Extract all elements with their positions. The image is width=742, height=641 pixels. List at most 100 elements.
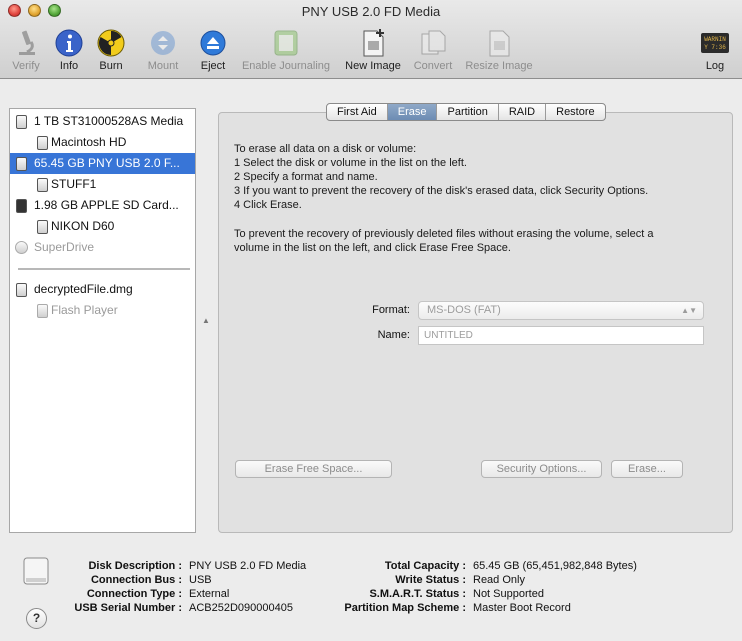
log-label: Log <box>705 60 725 72</box>
sidebar-item-1tb-disk[interactable]: 1 TB ST31000528AS Media <box>10 111 195 132</box>
usb-serial-value: ACB252D090000405 <box>189 602 293 614</box>
disk-image-icon <box>16 283 27 297</box>
journal-icon <box>274 30 298 56</box>
note-line: volume in the list on the left, and clic… <box>234 242 511 254</box>
disk-description-label: Disk Description : <box>88 560 182 572</box>
disk-list-sidebar[interactable]: 1 TB ST31000528AS Media Macintosh HD 65.… <box>9 108 196 533</box>
security-options-button[interactable]: Security Options... <box>481 460 602 478</box>
hard-drive-icon <box>16 115 27 129</box>
sd-card-icon <box>16 199 27 213</box>
sidebar-item-pny-usb[interactable]: 65.45 GB PNY USB 2.0 F... <box>10 153 195 174</box>
volume-icon <box>37 220 48 234</box>
optical-drive-icon <box>15 241 28 254</box>
erase-button[interactable]: Erase... <box>611 460 683 478</box>
burn-label: Burn <box>99 60 123 72</box>
connection-type-label: Connection Type : <box>86 588 182 600</box>
sidebar-item-decrypted-dmg[interactable]: decryptedFile.dmg <box>10 279 195 300</box>
smart-status-value: Not Supported <box>473 588 544 600</box>
svg-text:Y 7:36: Y 7:36 <box>704 44 726 51</box>
sidebar-item-macintosh-hd[interactable]: Macintosh HD <box>10 132 195 153</box>
microscope-icon <box>19 30 35 55</box>
usb-serial-label: USB Serial Number : <box>74 602 182 614</box>
sidebar-item-label: STUFF1 <box>51 177 97 191</box>
format-label: Format: <box>372 304 410 316</box>
sidebar-item-label: decryptedFile.dmg <box>34 282 133 296</box>
mount-button[interactable]: Mount <box>144 26 182 76</box>
instruction-line: To erase all data on a disk or volume: <box>234 143 417 155</box>
info-icon <box>55 29 83 57</box>
total-capacity-value: 65.45 GB (65,451,982,848 Bytes) <box>473 560 637 572</box>
connection-type-value: External <box>189 588 230 600</box>
sidebar-item-sd-card[interactable]: 1.98 GB APPLE SD Card... <box>10 195 195 216</box>
sidebar-item-label: 65.45 GB PNY USB 2.0 F... <box>34 156 180 170</box>
partition-map-label: Partition Map Scheme : <box>344 602 466 614</box>
help-button[interactable]: ? <box>26 608 47 629</box>
partition-map-value: Master Boot Record <box>473 602 571 614</box>
instruction-line: 3 If you want to prevent the recovery of… <box>234 185 649 197</box>
tab-erase[interactable]: Erase <box>387 104 438 120</box>
mount-label: Mount <box>147 60 179 72</box>
info-button[interactable]: Info <box>52 26 86 76</box>
burn-button[interactable]: Burn <box>94 26 128 76</box>
instruction-line: 1 Select the disk or volume in the list … <box>234 157 467 169</box>
total-capacity-label: Total Capacity : <box>384 560 466 572</box>
resize-image-icon <box>489 30 510 57</box>
sidebar-item-label: Macintosh HD <box>51 135 127 149</box>
format-select[interactable]: MS-DOS (FAT) ▲▼ <box>418 301 704 320</box>
eject-button[interactable]: Eject <box>196 26 230 76</box>
verify-button[interactable]: Verify <box>6 26 46 76</box>
new-image-icon <box>363 29 384 57</box>
tab-restore[interactable]: Restore <box>546 104 605 120</box>
log-button[interactable]: WARNIN Y 7:36 Log <box>698 26 732 76</box>
connection-bus-value: USB <box>189 574 212 586</box>
log-icon: WARNIN Y 7:36 <box>701 33 729 53</box>
convert-label: Convert <box>413 60 453 72</box>
eject-icon <box>200 30 226 56</box>
sidebar-item-nikon-d60[interactable]: NIKON D60 <box>10 216 195 237</box>
resize-image-button[interactable]: Resize Image <box>462 26 536 76</box>
write-status-label: Write Status : <box>395 574 466 586</box>
connection-bus-label: Connection Bus : <box>90 574 182 586</box>
resize-image-label: Resize Image <box>465 60 533 72</box>
volume-icon <box>37 136 48 150</box>
instruction-line: 4 Click Erase. <box>234 199 302 211</box>
format-value: MS-DOS (FAT) <box>427 304 501 316</box>
tab-bar: First Aid Erase Partition RAID Restore <box>326 103 606 121</box>
select-arrows-icon: ▲▼ <box>681 306 697 315</box>
name-field[interactable]: UNTITLED <box>418 326 704 345</box>
sidebar-item-stuff1[interactable]: STUFF1 <box>10 174 195 195</box>
window-title: PNY USB 2.0 FD Media <box>301 4 441 19</box>
new-image-button[interactable]: New Image <box>342 26 404 76</box>
enable-journaling-button[interactable]: Enable Journaling <box>238 26 334 76</box>
burn-icon <box>97 29 125 57</box>
window-toolbar: PNY USB 2.0 FD Media Verify Info Burn Mo… <box>0 0 742 79</box>
erase-instructions: To erase all data on a disk or volume: 1… <box>234 142 724 212</box>
sidebar-item-label: NIKON D60 <box>51 219 115 233</box>
sidebar-item-superdrive[interactable]: SuperDrive <box>10 237 195 258</box>
note-line: To prevent the recovery of previously de… <box>234 228 654 240</box>
tab-first-aid[interactable]: First Aid <box>327 104 388 120</box>
name-label: Name: <box>377 329 410 341</box>
sidebar-separator <box>18 268 190 270</box>
sidebar-item-label: 1.98 GB APPLE SD Card... <box>34 198 179 212</box>
disk-description-value: PNY USB 2.0 FD Media <box>189 560 307 572</box>
usb-drive-icon <box>16 157 27 171</box>
volume-icon <box>37 178 48 192</box>
instruction-line: 2 Specify a format and name. <box>234 171 378 183</box>
new-image-label: New Image <box>345 60 401 72</box>
convert-button[interactable]: Convert <box>410 26 456 76</box>
mount-icon <box>151 31 175 55</box>
sidebar-item-flash-player[interactable]: Flash Player <box>10 300 195 321</box>
erase-free-space-button[interactable]: Erase Free Space... <box>235 460 392 478</box>
free-space-note: To prevent the recovery of previously de… <box>234 227 724 255</box>
smart-status-label: S.M.A.R.T. Status : <box>369 588 466 600</box>
tab-raid[interactable]: RAID <box>499 104 547 120</box>
volume-icon <box>37 304 48 318</box>
write-status-value: Read Only <box>473 574 525 586</box>
sidebar-item-label: 1 TB ST31000528AS Media <box>34 114 184 128</box>
drive-icon <box>23 557 49 585</box>
tab-partition[interactable]: Partition <box>437 104 499 120</box>
splitter-handle-icon[interactable]: ▲ <box>202 316 210 325</box>
convert-icon <box>421 30 446 55</box>
eject-label: Eject <box>200 60 226 72</box>
